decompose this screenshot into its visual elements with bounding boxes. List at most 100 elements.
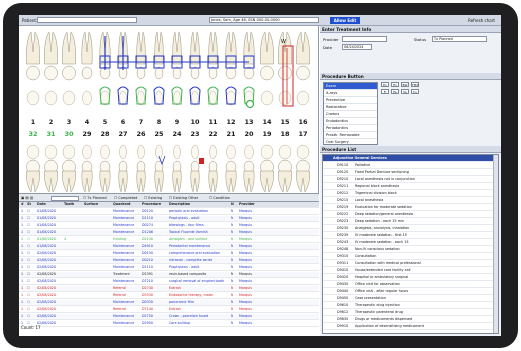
tooth-number-23[interactable]: 23 [189, 130, 201, 138]
procedure-list-item[interactable]: D9211 Regional block anesthesia [323, 183, 493, 190]
procedure-category-item[interactable]: Exam [324, 83, 377, 90]
procedure-category-item[interactable]: Oral Surgery [324, 139, 377, 146]
view-select[interactable] [51, 196, 79, 201]
row-checkbox[interactable]: ☐ [27, 209, 30, 215]
procedure-list-item[interactable]: D9243 IV moderate sedation - each 15 [323, 239, 493, 246]
row-checkbox[interactable]: ☐ [27, 258, 30, 264]
tooth-number-18[interactable]: 18 [279, 130, 291, 138]
procedure-list-item[interactable]: D9310 Consultation [323, 253, 493, 260]
procedure-category-item[interactable]: Endodontics [324, 118, 377, 125]
procedure-list-item[interactable]: D9440 Office visit - after regular hours [323, 288, 493, 295]
tooth-number-2[interactable]: 2 [45, 118, 57, 126]
tooth-number-3[interactable]: 3 [63, 118, 75, 126]
tooth-number-31[interactable]: 31 [45, 130, 57, 138]
tooth-number-22[interactable]: 22 [207, 130, 219, 138]
row-checkbox[interactable]: ☐ [27, 244, 30, 250]
tooth-number-15[interactable]: 15 [279, 118, 291, 126]
tooth-number-17[interactable]: 17 [297, 130, 309, 138]
procedure-list-item[interactable]: D9410 House/extended care facility call [323, 267, 493, 274]
allow-edit-button[interactable]: Allow Edit [330, 17, 360, 24]
tooth-number-25[interactable]: 25 [153, 130, 165, 138]
tooth-number-20[interactable]: 20 [243, 130, 255, 138]
table-row[interactable]: 1 01/08/2020 4 Existing D2140 Amalgam - one s… [19, 237, 319, 244]
patient-select[interactable] [37, 17, 137, 23]
table-row[interactable]: 1 02/08/2020 Referral D7140 Extract N Marquis ☐ [19, 307, 319, 314]
row-checkbox[interactable]: ☐ [27, 286, 30, 292]
procedure-list-item[interactable]: D9910 Application of desensitizing medica… [323, 323, 493, 330]
tooth-number-28[interactable]: 28 [99, 130, 111, 138]
row-checkbox[interactable]: ☐ [27, 307, 30, 313]
procedure-list-item[interactable]: D9230 Analgesia, anxiolysis, inhalation [323, 225, 493, 232]
tooth-number-26[interactable]: 26 [135, 130, 147, 138]
procedure-list-item[interactable]: D9222 Deep sedation/general anesthesia [323, 211, 493, 218]
tooth-number-13[interactable]: 13 [243, 118, 255, 126]
table-row[interactable]: 1 02/08/2020 Maintenance D7210 surgical remo… [19, 279, 319, 286]
tooth-number-16[interactable]: 16 [297, 118, 309, 126]
table-row[interactable]: 1 01/08/2020 Maintenance D0120 periodic oral… [19, 209, 319, 216]
tooth-number-8[interactable]: 8 [153, 118, 165, 126]
row-checkbox[interactable]: ☐ [27, 216, 30, 222]
row-checkbox[interactable]: ☐ [27, 223, 30, 229]
row-checkbox[interactable]: ☐ [27, 237, 30, 243]
tooth-number-1[interactable]: 1 [27, 118, 39, 126]
filter-completed[interactable]: ☐ Completed [114, 196, 137, 201]
procedure-list-item[interactable]: D9420 Hospital or ambulatory surgical [323, 274, 493, 281]
procedure-shortcut-button[interactable]: Pa [391, 89, 399, 94]
procedure-list-item[interactable]: D9430 Office visit for observation [323, 281, 493, 288]
table-row[interactable]: 1 01/08/2020 Maintenance D4910 Periodontal m… [19, 244, 319, 251]
procedure-list-item[interactable]: D9110 Palliative [323, 162, 493, 169]
procedure-shortcut-button[interactable]: FMX [411, 82, 419, 87]
procedure-grid[interactable]: # St Date Tooth Surface Quadrant Procedu… [19, 202, 319, 329]
tooth-number-32[interactable]: 32 [27, 130, 39, 138]
table-row[interactable]: 1 02/08/2020 Maintenance D2750 Crown - porce… [19, 314, 319, 321]
filter-condition[interactable]: ☐ Condition [209, 196, 230, 201]
tooth-number-11[interactable]: 11 [207, 118, 219, 126]
table-row[interactable]: 1 01/08/2020 Maintenance D1206 Topical Fluor… [19, 230, 319, 237]
tooth-number-4[interactable]: 4 [81, 118, 93, 126]
procedure-shortcut-button[interactable]: Fl [381, 89, 389, 94]
procedure-shortcut-button[interactable]: Px [391, 82, 399, 87]
tooth-number-9[interactable]: 9 [171, 118, 183, 126]
tooth-number-5[interactable]: 5 [99, 118, 111, 126]
row-checkbox[interactable]: ☐ [27, 314, 30, 320]
table-row[interactable]: 1 02/08/2020 Maintenance D1110 Prophylaxis -… [19, 265, 319, 272]
table-row[interactable]: 1 02/08/2020 Maintenance D0330 panoramic fil… [19, 300, 319, 307]
table-row[interactable]: 1 02/08/2020 Maintenance D0210 intraoral - c… [19, 258, 319, 265]
tooth-number-21[interactable]: 21 [225, 130, 237, 138]
procedure-group-header[interactable]: Adjunctive General Services [323, 155, 493, 162]
procedure-list[interactable]: Adjunctive General Services D9110 Palliati… [322, 154, 499, 334]
procedure-list-item[interactable]: D9610 Therapeutic drug injection [323, 302, 493, 309]
tooth-chart[interactable]: W 1 2 3 4 5 6 7 8 9 10 11 12 13 14 15 16 32 31 30 29 28 27 26… [19, 26, 319, 193]
procedure-list-item[interactable]: D9219 Evaluation for moderate sedation [323, 204, 493, 211]
procedure-list-item[interactable]: D9630 Drugs or medicaments dispensed [323, 316, 493, 323]
status-select[interactable]: Tx Planned [432, 36, 487, 42]
tooth-number-6[interactable]: 6 [117, 118, 129, 126]
tooth-number-27[interactable]: 27 [117, 130, 129, 138]
tooth-number-24[interactable]: 24 [171, 130, 183, 138]
procedure-list-item[interactable]: D9612 Therapeutic parenteral drug [323, 309, 493, 316]
refresh-chart-button[interactable]: Refresh chart [464, 17, 499, 24]
table-row[interactable]: 1 02/08/2020 Treatment D2391 resin-based com… [19, 272, 319, 279]
procedure-shortcut-button[interactable]: Se [401, 89, 409, 94]
row-checkbox[interactable]: ☐ [27, 272, 30, 278]
procedure-shortcut-button[interactable]: Ex [381, 82, 389, 87]
table-row[interactable]: 1 02/08/2020 Maintenance D0150 comprehensive… [19, 251, 319, 258]
tooth-number-14[interactable]: 14 [261, 118, 273, 126]
tooth-number-12[interactable]: 12 [225, 118, 237, 126]
procedure-category-item[interactable]: Prosth. Removable [324, 132, 377, 139]
filter-tx-planned[interactable]: ☐ Tx Planned [83, 196, 107, 201]
row-checkbox[interactable]: ☐ [27, 279, 30, 285]
table-row[interactable]: 1 01/08/2020 Maintenance D0274 bitewings - f… [19, 223, 319, 230]
procedure-list-item[interactable]: D9450 Case presentation [323, 295, 493, 302]
procedure-list-item[interactable]: D9311 Consultation with medical professio… [323, 260, 493, 267]
procedure-list-item[interactable]: D9248 Non-IV conscious sedation [323, 246, 493, 253]
procedure-shortcut-button[interactable]: BW [401, 82, 409, 87]
date-field[interactable]: 06/24/2024 [342, 44, 372, 50]
tooth-number-7[interactable]: 7 [135, 118, 147, 126]
row-checkbox[interactable]: ☐ [27, 293, 30, 299]
procedure-category-item[interactable]: Periodontics [324, 125, 377, 132]
procedure-category-item[interactable]: Crowns [324, 111, 377, 118]
procedure-shortcut-button[interactable]: Co [411, 89, 419, 94]
procedure-category-item[interactable]: Preventive [324, 97, 377, 104]
procedure-list-item[interactable]: D9223 Deep sedation - each 15 min [323, 218, 493, 225]
